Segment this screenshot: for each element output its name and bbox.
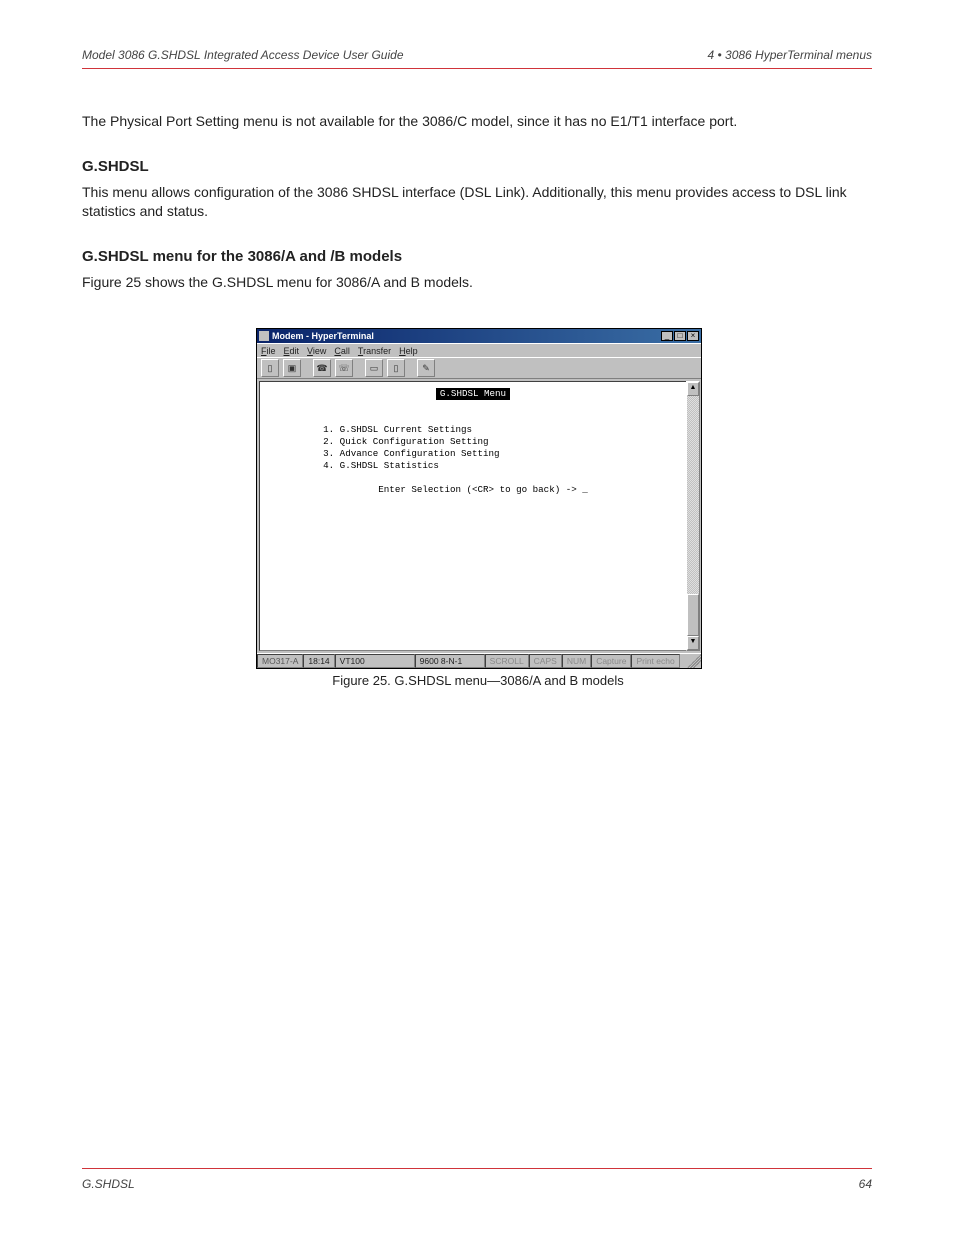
scroll-up-icon[interactable]: ▲ xyxy=(687,382,699,396)
connect-icon[interactable]: ☎ xyxy=(313,359,331,377)
minimize-button[interactable]: _ xyxy=(661,331,673,341)
footer-left: G.SHDSL xyxy=(82,1177,135,1191)
menu-item-3: 3. Advance Configuration Setting xyxy=(323,448,499,459)
properties-icon[interactable]: ✎ xyxy=(417,359,435,377)
body-text: The Physical Port Setting menu is not av… xyxy=(82,106,872,302)
status-num: NUM xyxy=(562,654,591,668)
menu-item-2: 2. Quick Configuration Setting xyxy=(323,436,488,447)
close-button[interactable]: × xyxy=(687,331,699,341)
status-term: VT100 xyxy=(335,654,415,668)
status-printecho: Print echo xyxy=(631,654,679,668)
bottom-rule xyxy=(82,1168,872,1169)
scroll-down-icon[interactable]: ▼ xyxy=(687,636,699,650)
window-title: Modem - HyperTerminal xyxy=(272,331,661,341)
figure-caption: Figure 25. G.SHDSL menu—3086/A and B mod… xyxy=(256,673,700,688)
hyperterminal-window: Modem - HyperTerminal _ □ × File Edit Vi… xyxy=(256,328,702,669)
terminal-prompt: Enter Selection (<CR> to go back) -> _ xyxy=(378,484,588,495)
menu-edit[interactable]: Edit xyxy=(284,346,300,356)
menubar[interactable]: File Edit View Call Transfer Help xyxy=(257,343,701,357)
statusbar: MO317-A 18:14 VT100 9600 8-N-1 SCROLL CA… xyxy=(257,653,701,668)
header-right: 4 • 3086 HyperTerminal menus xyxy=(707,48,872,62)
new-doc-icon[interactable]: ▯ xyxy=(261,359,279,377)
send-icon[interactable]: ▭ xyxy=(365,359,383,377)
titlebar[interactable]: Modem - HyperTerminal _ □ × xyxy=(257,329,701,343)
paragraph-figure-ref: Figure 25 shows the G.SHDSL menu for 308… xyxy=(82,273,872,292)
vertical-scrollbar[interactable]: ▲ ▼ xyxy=(686,381,700,651)
terminal-banner: G.SHDSL Menu xyxy=(436,388,510,400)
menu-file[interactable]: File xyxy=(261,346,276,356)
scroll-thumb[interactable] xyxy=(687,594,699,636)
status-time: 18:14 xyxy=(303,654,334,668)
terminal[interactable]: G.SHDSL Menu 1. G.SHDSL Current Settings… xyxy=(259,381,687,651)
app-icon xyxy=(259,331,269,341)
paragraph-note: The Physical Port Setting menu is not av… xyxy=(82,112,872,131)
status-caps: CAPS xyxy=(529,654,562,668)
paragraph-gshdsl: This menu allows configuration of the 30… xyxy=(82,183,872,221)
toolbar: ▯ ▣ ☎ ☏ ▭ ▯ ✎ xyxy=(257,357,701,379)
menu-view[interactable]: View xyxy=(307,346,326,356)
disconnect-icon[interactable]: ☏ xyxy=(335,359,353,377)
menu-help[interactable]: Help xyxy=(399,346,418,356)
status-scroll: SCROLL xyxy=(485,654,529,668)
top-rule xyxy=(82,68,872,69)
scroll-track[interactable] xyxy=(687,396,699,636)
menu-item-4: 4. G.SHDSL Statistics xyxy=(323,460,439,471)
menu-call[interactable]: Call xyxy=(334,346,350,356)
heading-models: G.SHDSL menu for the 3086/A and /B model… xyxy=(82,247,872,267)
resize-grip-icon[interactable] xyxy=(687,654,701,668)
status-conn: 9600 8-N-1 xyxy=(415,654,485,668)
screenshot: Modem - HyperTerminal _ □ × File Edit Vi… xyxy=(256,328,700,688)
menu-transfer[interactable]: Transfer xyxy=(358,346,391,356)
terminal-area: G.SHDSL Menu 1. G.SHDSL Current Settings… xyxy=(257,379,701,653)
menu-item-1: 1. G.SHDSL Current Settings xyxy=(323,424,472,435)
open-icon[interactable]: ▣ xyxy=(283,359,301,377)
maximize-button[interactable]: □ xyxy=(674,331,686,341)
status-ref: MO317-A xyxy=(257,654,303,668)
header-left: Model 3086 G.SHDSL Integrated Access Dev… xyxy=(82,48,404,62)
footer-right: 64 xyxy=(859,1177,872,1191)
heading-gshdsl: G.SHDSL xyxy=(82,157,872,177)
receive-icon[interactable]: ▯ xyxy=(387,359,405,377)
status-capture: Capture xyxy=(591,654,631,668)
